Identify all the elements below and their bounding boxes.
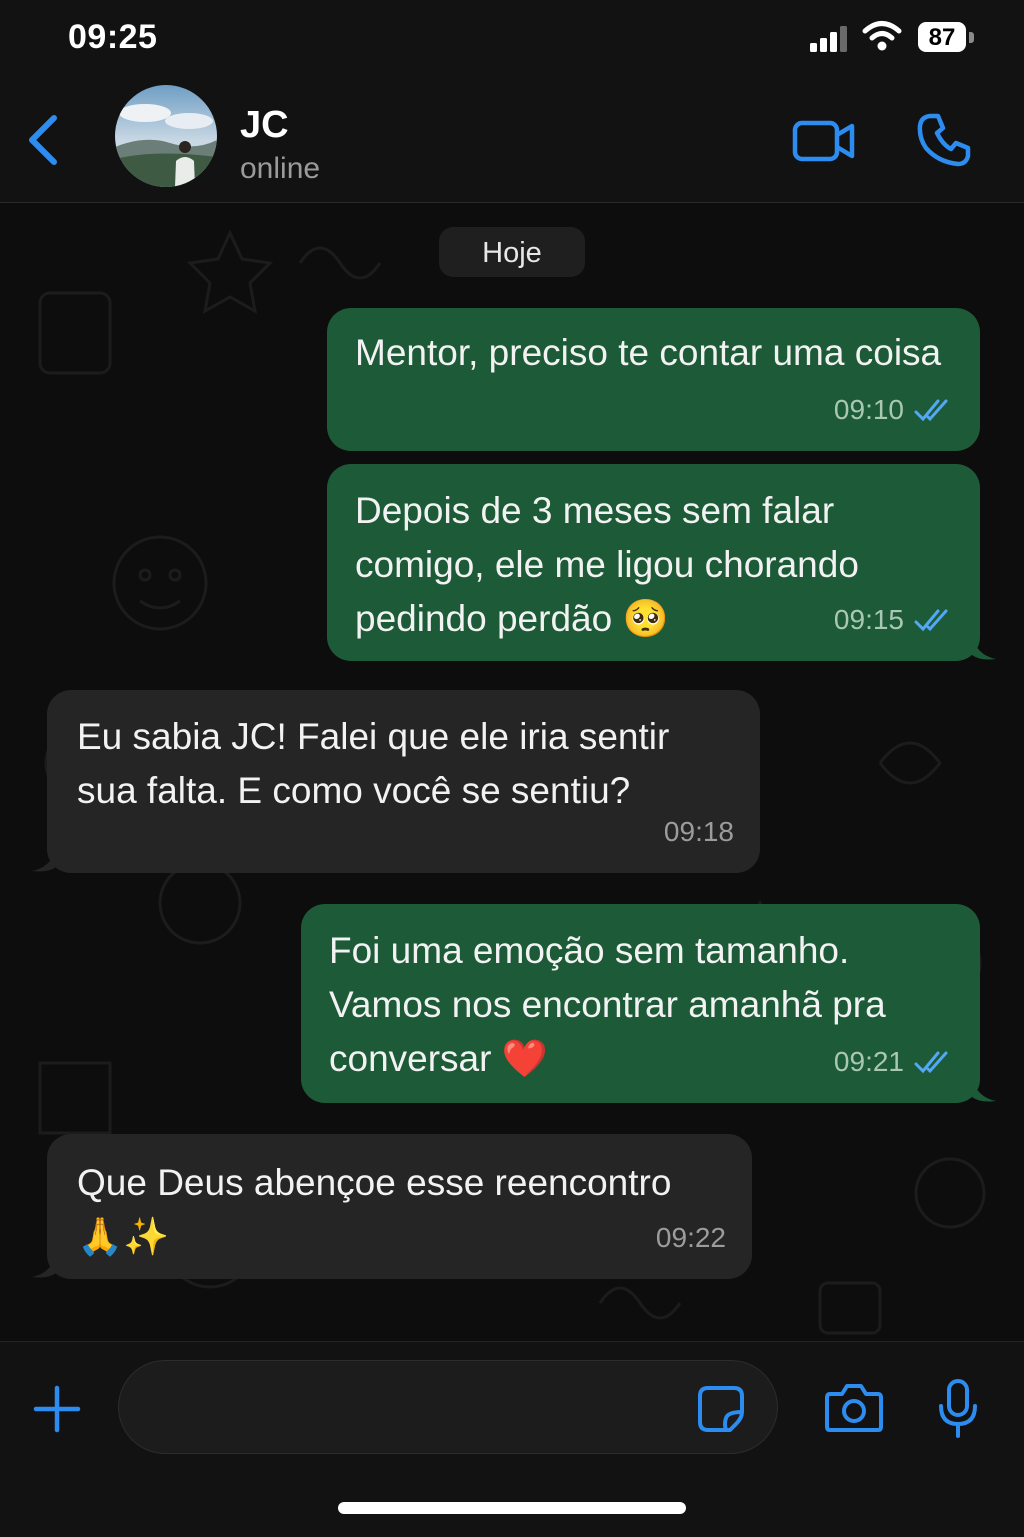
cellular-signal-icon	[810, 26, 847, 52]
chat-area[interactable]: Hoje Mentor, preciso te contar uma coisa…	[0, 203, 1024, 1341]
battery-icon: 87	[918, 22, 974, 54]
message-text: Mentor, preciso te contar uma coisa	[355, 332, 942, 373]
message-meta: 09:18	[664, 805, 734, 859]
read-receipt-icon	[914, 1051, 948, 1074]
status-bar: 09:25 87	[0, 0, 1024, 80]
input-bar	[0, 1341, 1024, 1537]
message-bubble-outgoing[interactable]: Foi uma emoção sem tamanho. Vamos nos en…	[301, 904, 980, 1103]
bubble-tail	[32, 847, 56, 872]
message-time: 09:18	[663, 816, 734, 847]
message-meta: 09:22	[656, 1211, 726, 1265]
home-indicator[interactable]	[338, 1502, 686, 1514]
bubble-tail	[972, 1077, 996, 1102]
video-call-icon[interactable]	[792, 118, 856, 164]
bubble-tail	[32, 1253, 56, 1278]
status-time: 09:25	[68, 18, 158, 56]
plus-icon[interactable]	[32, 1384, 82, 1434]
bubble-tail	[972, 635, 996, 660]
avatar[interactable]	[115, 85, 217, 187]
message-meta: 09:21	[834, 1035, 954, 1089]
message-time: 09:15	[833, 604, 904, 635]
date-separator: Hoje	[439, 227, 585, 277]
message-bubble-incoming[interactable]: Que Deus abençoe esse reencontro 🙏✨ 09:2…	[47, 1134, 752, 1279]
message-bubble-incoming[interactable]: Eu sabia JC! Falei que ele iria sentir s…	[47, 690, 760, 873]
wifi-icon	[862, 21, 902, 51]
message-time: 09:21	[833, 1046, 904, 1077]
contact-name[interactable]: JC	[240, 104, 289, 147]
message-input[interactable]	[118, 1360, 778, 1454]
message-meta: 09:10	[834, 383, 954, 437]
phone-call-icon[interactable]	[916, 112, 972, 168]
contact-status: online	[240, 152, 321, 185]
message-text: Eu sabia JC! Falei que ele iria sentir s…	[77, 716, 670, 811]
read-receipt-icon	[914, 609, 948, 632]
message-bubble-outgoing[interactable]: Mentor, preciso te contar uma coisa 09:1…	[327, 308, 980, 451]
message-time: 09:22	[655, 1222, 726, 1253]
message-bubble-outgoing[interactable]: Depois de 3 meses sem falar comigo, ele …	[327, 464, 980, 661]
battery-level: 87	[918, 22, 966, 52]
microphone-icon[interactable]	[936, 1378, 980, 1440]
message-text: Que Deus abençoe esse reencontro 🙏✨	[77, 1162, 672, 1257]
message-meta: 09:15	[834, 593, 954, 647]
message-time: 09:10	[833, 394, 904, 425]
back-chevron-icon[interactable]	[22, 110, 66, 170]
read-receipt-icon	[914, 399, 948, 422]
camera-icon[interactable]	[824, 1382, 884, 1434]
sticker-icon[interactable]	[696, 1384, 746, 1434]
chat-header: JC online	[0, 80, 1024, 203]
